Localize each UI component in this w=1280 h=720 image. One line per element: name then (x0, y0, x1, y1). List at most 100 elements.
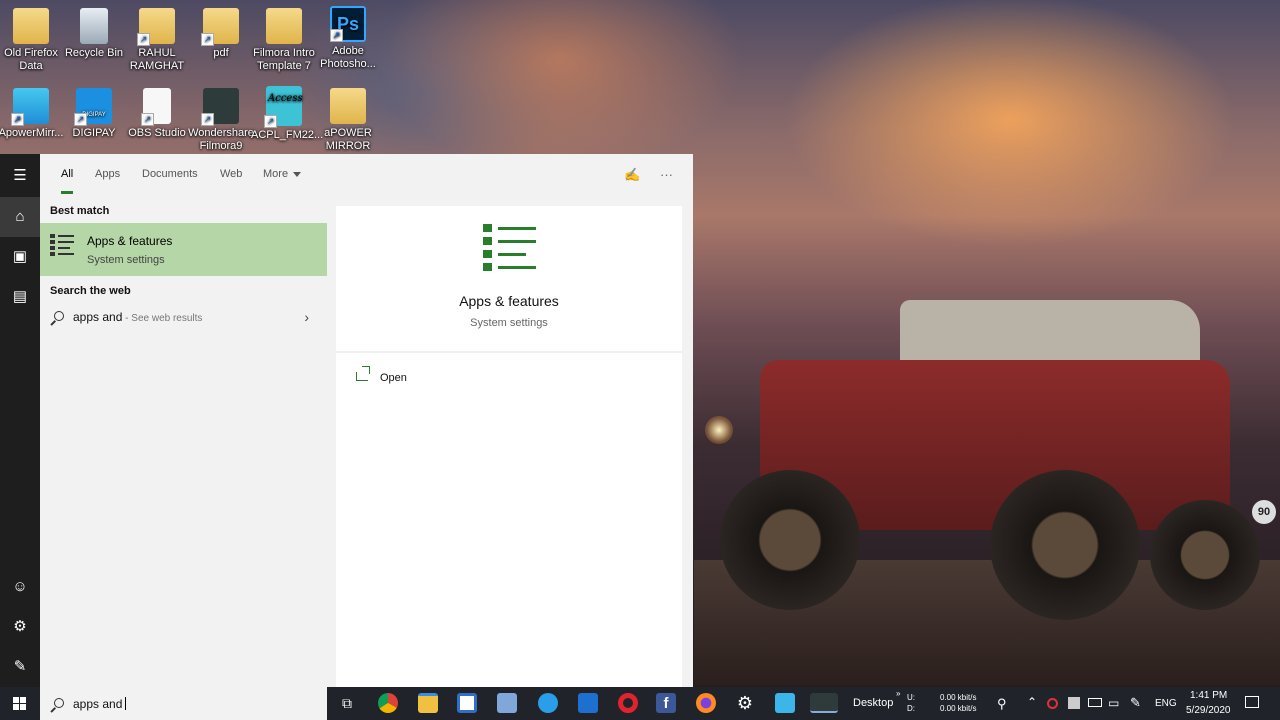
chevron-right-icon: › (304, 309, 309, 325)
desktop-icon-label: aPOWER MIRROR (324, 127, 372, 152)
user-icon[interactable]: ☺ (0, 567, 40, 607)
open-action[interactable]: Open (356, 366, 407, 384)
expand-toolbar-icon[interactable]: » (896, 689, 900, 699)
settings-gear-icon[interactable]: ⚙ (0, 607, 40, 647)
best-match-result[interactable]: Apps & features System settings (40, 223, 327, 276)
desktop-icon-filmora-intro-template[interactable]: Filmora Intro Template 7 (251, 8, 317, 73)
hamburger-menu-icon[interactable]: ☰ (0, 156, 40, 196)
desktop-icon-label: Filmora Intro Template 7 (253, 47, 315, 72)
app-circle-icon[interactable] (538, 693, 558, 713)
document-icon (141, 88, 171, 126)
open-label: Open (380, 372, 407, 384)
folder-icon (137, 8, 175, 46)
search-panel: ☰ ⌂ ▣ ▤ ☺ ⚙ ✎ All Apps Documents Web Mor… (0, 154, 693, 687)
recycle-bin-icon (80, 8, 108, 44)
desktop-icon-label: Wondershare Filmora9 (188, 127, 254, 152)
desktop-icon-label: Recycle Bin (64, 47, 124, 59)
filmora-icon[interactable] (810, 693, 838, 713)
network-icon[interactable]: ▭ (1108, 696, 1119, 710)
battery-icon[interactable] (1088, 698, 1102, 707)
tab-more[interactable]: More (263, 168, 302, 180)
desktop-icon-adobe-photoshop[interactable]: Ps Adobe Photosho... (315, 6, 381, 71)
task-view-icon[interactable]: ⧉ (337, 693, 357, 713)
desktop-icon-label: Old Firefox Data (4, 47, 58, 72)
web-hint: - See web results (122, 313, 203, 324)
apowermirror-icon (11, 88, 49, 126)
people-icon[interactable]: ⚲ (997, 696, 1007, 712)
web-result[interactable]: apps and - See web results › (40, 307, 327, 329)
desktop-icon-acpl[interactable]: Access ACPL_FM22... (251, 86, 323, 142)
apps-features-icon (50, 234, 76, 256)
photoshop-icon: Ps (330, 6, 366, 42)
preview-pane: Apps & features System settings Open (336, 206, 682, 687)
language-indicator[interactable]: ENG (1155, 698, 1177, 709)
results-list: Best match Apps & features System settin… (40, 195, 327, 687)
tab-all[interactable]: All (61, 168, 74, 194)
search-icon (54, 698, 64, 708)
tray-app-icon[interactable] (1068, 697, 1080, 709)
more-options-icon[interactable]: ··· (660, 167, 673, 182)
desktop-icon-pdf[interactable]: pdf (188, 8, 254, 60)
chevron-up-icon[interactable]: ⌃ (1027, 695, 1037, 709)
web-query: apps and (73, 310, 123, 324)
access-icon: Access (264, 86, 303, 128)
open-icon (356, 366, 370, 381)
home-icon[interactable]: ⌂ (0, 197, 40, 237)
feedback-icon[interactable]: ✍ (624, 167, 640, 183)
wallpaper-badge: 90 (1252, 500, 1276, 524)
best-match-subtitle: System settings (87, 254, 165, 266)
tab-apps[interactable]: Apps (95, 168, 120, 180)
desktop-icon-obs-studio[interactable]: OBS Studio (124, 88, 190, 140)
clock-time[interactable]: 1:41 PM (1190, 690, 1227, 701)
tab-more-label: More (263, 168, 289, 180)
search-input[interactable]: apps and (40, 687, 327, 720)
apowermirror-icon[interactable] (775, 693, 795, 713)
opera-icon[interactable] (618, 693, 638, 713)
filmora-icon (201, 88, 239, 126)
file-explorer-icon[interactable] (418, 693, 438, 713)
desktop-icon-old-firefox-data[interactable]: Old Firefox Data (0, 8, 64, 73)
wallpaper-wheel (990, 470, 1140, 620)
notebook-icon[interactable]: ▣ (0, 237, 40, 277)
digipay-icon: DIGIPAY (74, 88, 112, 126)
web-result-text: apps and - See web results (73, 310, 202, 324)
facebook-icon[interactable]: f (656, 693, 676, 713)
chrome-icon[interactable] (378, 693, 398, 713)
desktop-icon-recycle-bin[interactable]: Recycle Bin (61, 8, 127, 60)
firefox-icon[interactable] (696, 693, 716, 713)
audio-app-icon[interactable] (497, 693, 517, 713)
clock-date[interactable]: 5/29/2020 (1186, 705, 1231, 716)
search-icon (54, 311, 64, 321)
desktop-icon-apower-mirror[interactable]: aPOWER MIRROR (315, 88, 381, 153)
desktop-icon-label: RAHUL RAMGHAT (129, 47, 185, 72)
desktop-icon-apowermirror[interactable]: ApowerMirr... (0, 88, 64, 140)
start-button[interactable] (0, 687, 40, 720)
desktop-icon-digipay[interactable]: DIGIPAY DIGIPAY (61, 88, 127, 140)
tab-web[interactable]: Web (220, 168, 242, 180)
desktop-toolbar-label[interactable]: Desktop (853, 697, 893, 709)
feedback-icon[interactable]: ✎ (0, 647, 40, 687)
documents-icon[interactable]: ▤ (0, 277, 40, 317)
best-match-title: Apps & features (87, 234, 173, 248)
desktop-icon-label: DIGIPAY (72, 127, 116, 139)
photoshop-glyph: Ps (336, 14, 360, 34)
net-upload-speed: 0.00 kbit/s (940, 693, 977, 702)
search-query: apps and (73, 697, 123, 711)
desktop-icon-label: Adobe Photosho... (320, 45, 376, 70)
record-icon[interactable] (1047, 698, 1058, 709)
settings-gear-icon[interactable]: ⚙ (735, 693, 755, 713)
folder-icon (201, 8, 239, 46)
desktop-icon-wondershare-filmora[interactable]: Wondershare Filmora9 (188, 88, 254, 153)
wallpaper-wheel (1150, 500, 1260, 610)
tab-documents[interactable]: Documents (142, 168, 198, 180)
folder-icon (330, 88, 366, 124)
desktop-icon-rahul-ramghat[interactable]: RAHUL RAMGHAT (124, 8, 190, 73)
notification-center-icon[interactable] (1245, 696, 1259, 708)
chevron-down-icon (293, 171, 302, 177)
pen-icon[interactable]: ✎ (1130, 695, 1141, 711)
store-icon[interactable] (457, 693, 477, 713)
search-tabs: All Apps Documents Web More ✍ ··· (40, 154, 693, 195)
wallpaper-sun (705, 416, 733, 444)
net-download-label: D: (907, 704, 915, 713)
vscode-icon[interactable] (578, 693, 598, 713)
